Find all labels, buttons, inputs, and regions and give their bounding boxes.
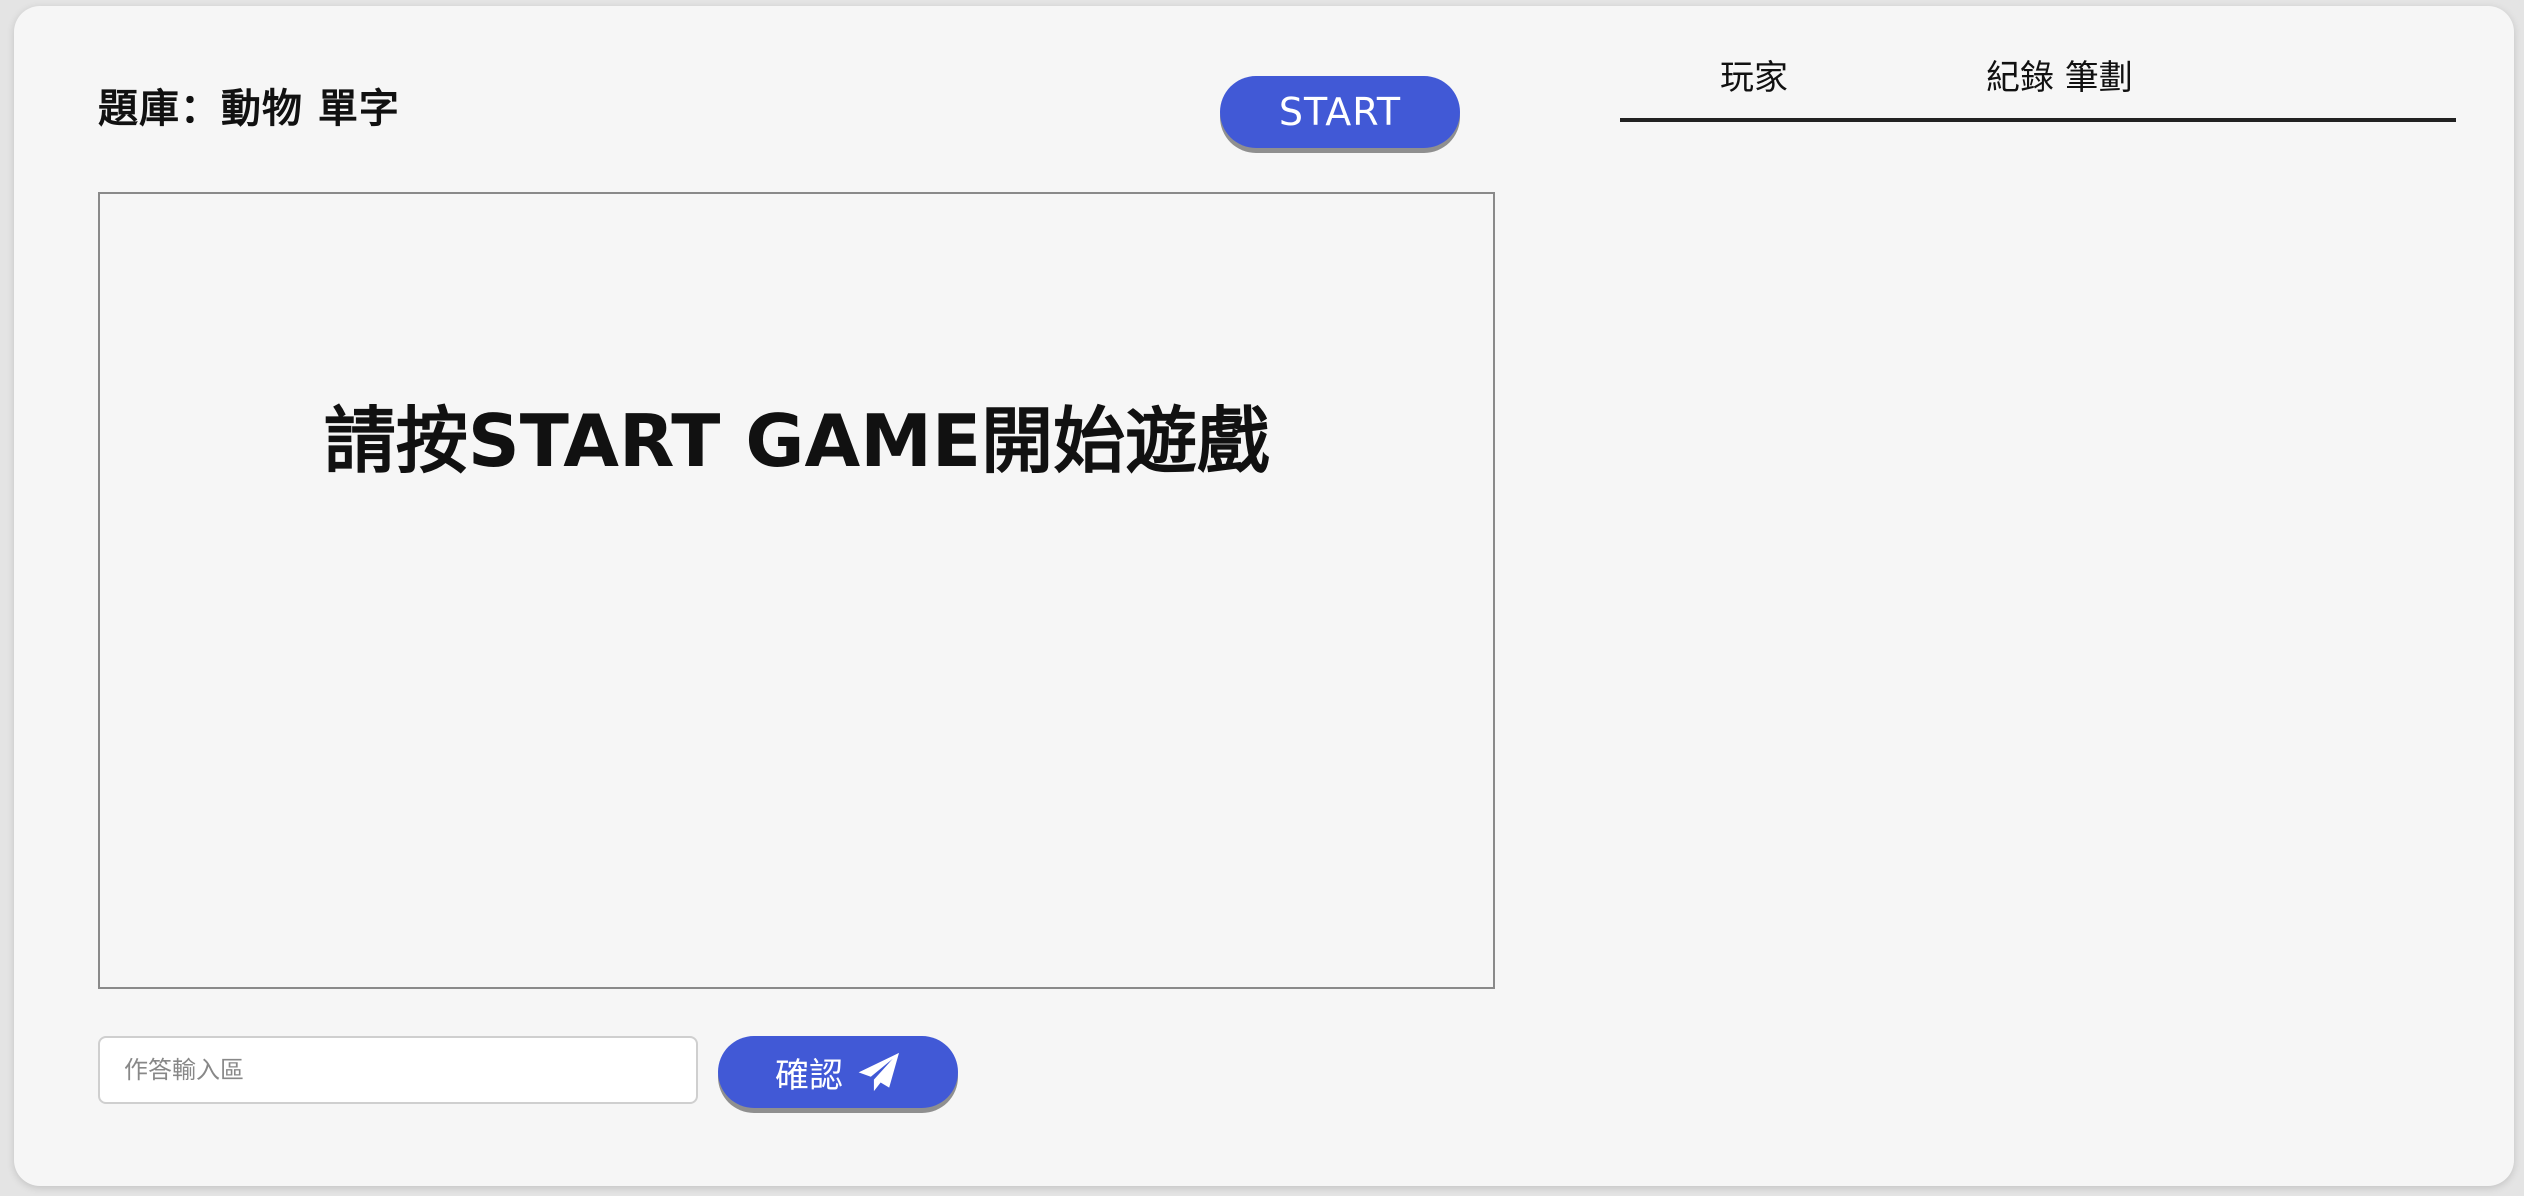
answer-input[interactable]: [98, 1036, 698, 1104]
game-prompt: 請按START GAME開始遊戲: [323, 399, 1270, 483]
start-button[interactable]: START: [1220, 76, 1460, 148]
confirm-button[interactable]: 確認: [718, 1036, 958, 1108]
game-panel: 題庫：動物 單字 START 請按START GAME開始遊戲 確認 玩家 紀錄…: [14, 6, 2514, 1186]
game-board: 請按START GAME開始遊戲: [98, 192, 1495, 989]
scoreboard-header: 玩家 紀錄 筆劃: [1620, 46, 2456, 122]
column-record: 紀錄 筆劃: [1986, 58, 2133, 98]
column-player: 玩家: [1720, 58, 1788, 98]
paper-plane-icon: [857, 1052, 901, 1092]
confirm-button-label: 確認: [775, 1055, 843, 1096]
topic-title: 題庫：動物 單字: [98, 86, 400, 132]
